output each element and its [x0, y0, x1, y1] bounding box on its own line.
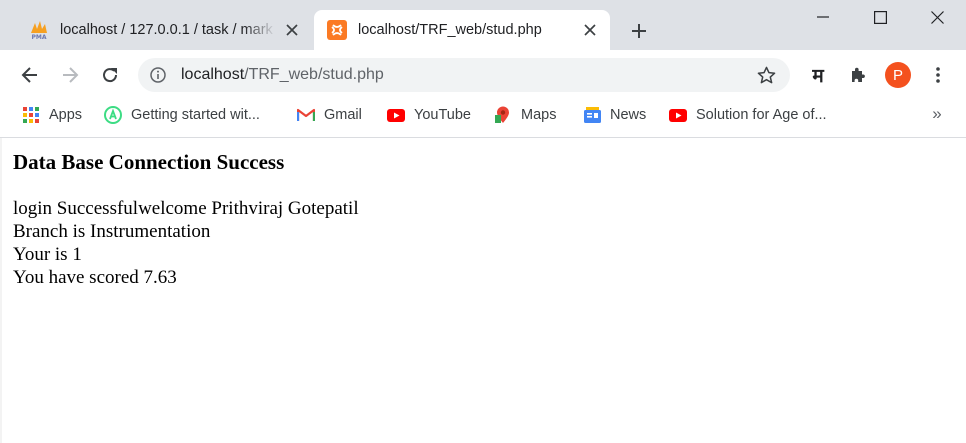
score-line: You have scored 7.63 — [13, 267, 177, 288]
svg-text:PMA: PMA — [31, 34, 46, 40]
xampp-icon — [326, 19, 348, 41]
bookmark-label: Maps — [521, 107, 557, 123]
extensions-button[interactable] — [843, 60, 873, 90]
bookmark-star-icon[interactable] — [756, 65, 776, 85]
browser-toolbar: localhost/TRF_web/stud.php म P — [0, 50, 966, 100]
android-studio-icon — [104, 106, 122, 124]
branch-line: Branch is Instrumentation — [13, 221, 211, 242]
minimize-icon — [817, 16, 829, 18]
url-text[interactable]: localhost/TRF_web/stud.php — [181, 58, 384, 92]
close-tab-icon[interactable] — [282, 20, 302, 40]
maximize-icon — [873, 10, 887, 24]
tab-phpmyadmin[interactable]: PMA localhost / 127.0.0.1 / task / mark — [16, 10, 312, 50]
bookmark-apps[interactable]: Apps — [22, 104, 82, 126]
back-arrow-icon — [21, 67, 37, 83]
tab-stud-php[interactable]: localhost/TRF_web/stud.php — [314, 10, 610, 50]
profile-button[interactable]: P — [883, 60, 913, 90]
rank-line: Your is 1 — [13, 244, 82, 265]
bookmark-youtube[interactable]: YouTube — [387, 104, 471, 126]
three-dots-menu-icon — [936, 67, 940, 83]
menu-button[interactable] — [923, 60, 953, 90]
bookmarks-bar: Apps Getting started wit... Gmail YouTub… — [0, 100, 966, 138]
tab-title: localhost / 127.0.0.1 / task / mark — [60, 22, 273, 38]
bookmark-getting-started[interactable]: Getting started wit... — [104, 104, 260, 126]
youtube-icon — [669, 106, 687, 124]
page-heading: Data Base Connection Success — [13, 150, 285, 174]
new-tab-button[interactable] — [626, 18, 652, 44]
info-icon[interactable] — [148, 65, 168, 85]
login-message: login Successfulwelcome Prithviraj Gotep… — [13, 198, 359, 219]
back-button[interactable] — [15, 60, 45, 90]
bookmark-news[interactable]: News — [583, 104, 646, 126]
tab-strip: PMA localhost / 127.0.0.1 / task / mark … — [0, 0, 966, 50]
close-window-button[interactable] — [908, 0, 966, 34]
avatar: P — [885, 62, 911, 88]
close-tab-icon[interactable] — [580, 20, 600, 40]
bookmark-label: Gmail — [324, 107, 362, 123]
url-host: localhost — [181, 66, 245, 83]
minimize-button[interactable] — [794, 0, 852, 34]
window-edge — [0, 138, 2, 443]
address-bar[interactable]: localhost/TRF_web/stud.php — [138, 58, 790, 92]
apps-grid-icon — [22, 106, 40, 124]
bookmark-gmail[interactable]: Gmail — [297, 104, 362, 126]
forward-button[interactable] — [55, 60, 85, 90]
url-path: /TRF_web/stud.php — [244, 66, 384, 83]
gmail-icon — [297, 106, 315, 124]
phpmyadmin-icon: PMA — [28, 19, 50, 41]
extension-glyph: म — [812, 65, 824, 87]
language-extension-button[interactable]: म — [803, 60, 833, 90]
bookmark-solution-age-of[interactable]: Solution for Age of... — [669, 104, 827, 126]
bookmark-maps[interactable]: Maps — [494, 104, 556, 126]
bookmark-label: Getting started wit... — [131, 107, 260, 123]
reload-button[interactable] — [95, 60, 125, 90]
maps-icon — [494, 106, 512, 124]
bookmarks-overflow-button[interactable]: » — [926, 103, 948, 125]
maximize-button[interactable] — [851, 0, 909, 34]
bookmark-label: YouTube — [414, 107, 471, 123]
browser-window: PMA localhost / 127.0.0.1 / task / mark … — [0, 0, 966, 443]
bookmark-label: Apps — [49, 107, 83, 123]
plus-icon — [632, 24, 646, 38]
close-icon — [930, 10, 944, 24]
bookmark-label: Solution for Age of... — [696, 107, 827, 123]
bookmark-label: News — [610, 107, 647, 123]
tab-title: localhost/TRF_web/stud.php — [358, 22, 542, 38]
youtube-icon — [387, 106, 405, 124]
news-icon — [583, 106, 601, 124]
page-content: Data Base Connection Success login Succe… — [0, 138, 966, 443]
puzzle-piece-icon — [852, 67, 865, 82]
reload-icon — [103, 68, 118, 83]
forward-arrow-icon — [63, 67, 79, 83]
